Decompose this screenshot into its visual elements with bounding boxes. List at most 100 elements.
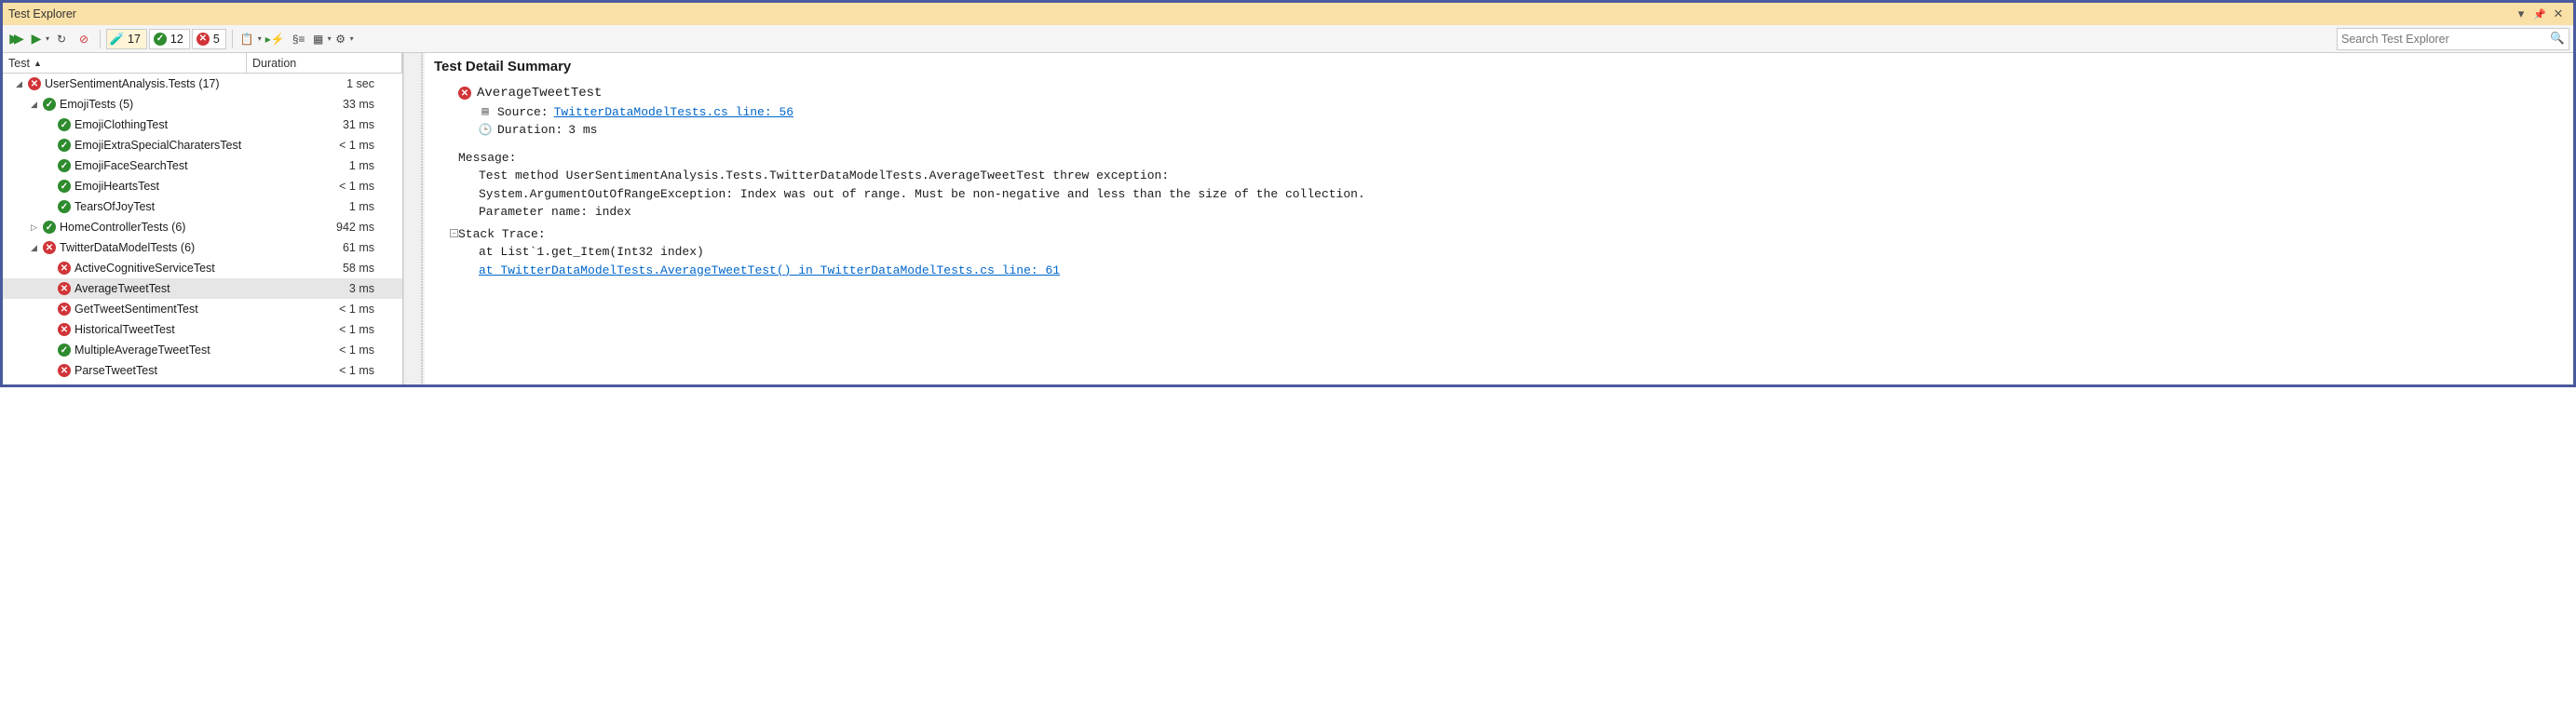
expand-toggle[interactable] xyxy=(29,222,39,233)
columns-button[interactable]: ▦ xyxy=(311,29,332,49)
column-duration[interactable]: Duration xyxy=(247,53,402,73)
test-label: HomeControllerTests (6) xyxy=(60,221,185,234)
pass-icon xyxy=(58,139,71,152)
show-run-button[interactable]: ▸⚡ xyxy=(264,29,287,49)
test-row[interactable]: EmojiHeartsTest < 1 ms xyxy=(3,176,402,196)
pin-icon[interactable]: 📌 xyxy=(2530,5,2549,23)
test-duration: < 1 ms xyxy=(247,139,402,152)
toolbar: ▶▶ ▶ ↻ ⊘ 17 12 5 📋 ▸⚡ §≡ ▦ ⚙ 🔍 xyxy=(3,25,2573,53)
filter-all-tests[interactable]: 17 xyxy=(106,29,147,49)
test-label: GetTweetSentimentTest xyxy=(75,303,198,316)
pass-icon xyxy=(58,118,71,131)
test-label: AverageTweetTest xyxy=(75,282,170,295)
test-row[interactable]: EmojiTests (5)33 ms xyxy=(3,94,402,115)
test-label: TearsOfJoyTest xyxy=(75,200,155,213)
pass-icon xyxy=(43,98,56,111)
message-label: Message: xyxy=(458,149,2564,168)
test-row[interactable]: GetTweetSentimentTest < 1 ms xyxy=(3,299,402,319)
run-button[interactable]: ▶ xyxy=(29,29,49,49)
pass-icon xyxy=(58,344,71,357)
fail-icon xyxy=(43,241,56,254)
stack-line: at List`1.get_Item(Int32 index) xyxy=(479,243,2564,262)
detail-test-name-row: AverageTweetTest xyxy=(458,84,2564,103)
playlist-button[interactable]: 📋 xyxy=(238,29,262,49)
test-label: EmojiHeartsTest xyxy=(75,180,159,193)
test-row[interactable]: HistoricalTweetTest< 1 ms xyxy=(3,319,402,340)
detail-test-name: AverageTweetTest xyxy=(477,84,602,103)
filter-all-count: 17 xyxy=(128,33,141,46)
group-by-button[interactable]: §≡ xyxy=(289,29,309,49)
pass-icon xyxy=(43,221,56,234)
source-link[interactable]: TwitterDataModelTests.cs line: 56 xyxy=(554,103,793,122)
test-duration: 1 ms xyxy=(247,159,402,172)
test-row[interactable]: MultipleAverageTweetTest < 1 ms xyxy=(3,340,402,360)
run-all-button[interactable]: ▶▶ xyxy=(7,29,27,49)
detail-pane: Test Detail Summary AverageTweetTest ▤ S… xyxy=(425,53,2573,384)
search-input[interactable] xyxy=(2341,33,2550,46)
window-title: Test Explorer xyxy=(8,7,76,20)
filter-passed-tests[interactable]: 12 xyxy=(149,29,190,49)
fail-icon xyxy=(28,77,41,90)
detail-source-row: ▤ Source: TwitterDataModelTests.cs line:… xyxy=(479,103,2564,122)
test-duration: 942 ms xyxy=(247,221,402,234)
test-row[interactable]: UserSentimentAnalysis.Tests (17)1 sec xyxy=(3,74,402,94)
pass-icon xyxy=(58,180,71,193)
column-test[interactable]: Test ▲ xyxy=(3,53,247,73)
test-row[interactable]: TearsOfJoyTest1 ms xyxy=(3,196,402,217)
message-body: Test method UserSentimentAnalysis.Tests.… xyxy=(479,167,2564,222)
stack-link[interactable]: at TwitterDataModelTests.AverageTweetTes… xyxy=(479,262,2564,280)
pass-icon xyxy=(154,33,167,46)
duration-label: Duration: xyxy=(497,121,563,140)
test-label: EmojiClothingTest xyxy=(75,118,168,131)
search-icon[interactable]: 🔍 xyxy=(2550,32,2565,46)
test-label: MultipleAverageTweetTest xyxy=(75,344,210,357)
test-row[interactable]: EmojiFaceSearchTest1 ms xyxy=(3,155,402,176)
test-duration: 58 ms xyxy=(247,262,402,275)
tree-body[interactable]: UserSentimentAnalysis.Tests (17)1 secEmo… xyxy=(3,74,402,384)
settings-button[interactable]: ⚙ xyxy=(333,29,354,49)
collapse-toggle-icon[interactable]: − xyxy=(450,229,458,237)
test-duration: 3 ms xyxy=(247,282,402,295)
fail-icon xyxy=(58,364,71,377)
duration-value: 3 ms xyxy=(568,121,597,140)
test-duration: 31 ms xyxy=(247,118,402,131)
test-row[interactable]: TwitterDataModelTests (6)61 ms xyxy=(3,237,402,258)
test-row[interactable]: AverageTweetTest 3 ms xyxy=(3,278,402,299)
clock-icon: 🕒 xyxy=(479,124,492,137)
test-row[interactable]: EmojiClothingTest 31 ms xyxy=(3,115,402,135)
fail-icon xyxy=(197,33,210,46)
pass-icon xyxy=(58,200,71,213)
expand-toggle[interactable] xyxy=(14,79,24,89)
test-row[interactable]: ActiveCognitiveServiceTest58 ms xyxy=(3,258,402,278)
test-row[interactable]: ParseTweetTest< 1 ms xyxy=(3,360,402,381)
fail-icon xyxy=(58,303,71,316)
test-row[interactable]: HomeControllerTests (6) 942 ms xyxy=(3,217,402,237)
fail-icon xyxy=(58,282,71,295)
test-duration: < 1 ms xyxy=(247,303,402,316)
sort-asc-icon: ▲ xyxy=(34,59,42,68)
test-label: UserSentimentAnalysis.Tests (17) xyxy=(45,77,220,90)
test-label: ParseTweetTest xyxy=(75,364,157,377)
run-failed-button[interactable]: ⊘ xyxy=(74,29,94,49)
close-icon[interactable]: ✕ xyxy=(2549,5,2568,23)
test-row[interactable]: EmojiExtraSpecialCharatersTest< 1 ms xyxy=(3,135,402,155)
fail-icon xyxy=(58,262,71,275)
detail-heading: Test Detail Summary xyxy=(434,57,2564,78)
test-label: HistoricalTweetTest xyxy=(75,323,175,336)
search-box[interactable]: 🔍 xyxy=(2337,28,2569,50)
window-dropdown-icon[interactable]: ▾ xyxy=(2512,5,2530,23)
test-label: TwitterDataModelTests (6) xyxy=(60,241,195,254)
flask-icon xyxy=(111,33,124,46)
filter-failed-count: 5 xyxy=(213,33,220,46)
repeat-last-run-button[interactable]: ↻ xyxy=(51,29,72,49)
test-duration: 33 ms xyxy=(247,98,402,111)
filter-failed-tests[interactable]: 5 xyxy=(192,29,226,49)
filter-passed-count: 12 xyxy=(170,33,183,46)
test-duration: < 1 ms xyxy=(247,180,402,193)
title-bar: Test Explorer ▾ 📌 ✕ xyxy=(3,3,2573,25)
source-label: Source: xyxy=(497,103,549,122)
expand-toggle[interactable] xyxy=(29,100,39,110)
tree-scrollbar[interactable] xyxy=(403,53,419,384)
test-duration: < 1 ms xyxy=(247,344,402,357)
expand-toggle[interactable] xyxy=(29,243,39,253)
